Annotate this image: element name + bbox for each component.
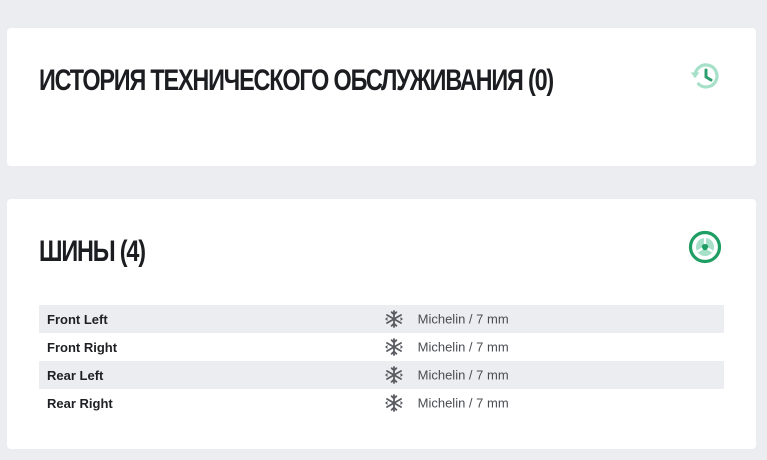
tires-table: Front Left Michelin / 7 mm Front Right M… [39,305,724,417]
tire-spec: Michelin / 7 mm [417,339,509,355]
tire-spec: Michelin / 7 mm [417,367,509,383]
tire-row-front-left: Front Left Michelin / 7 mm [39,305,724,333]
tires-card: ШИНЫ (4) Front Left Michelin / 7 mm Fron… [7,199,756,449]
tire-row-rear-left: Rear Left Michelin / 7 mm [39,361,724,389]
tire-position: Front Left [47,311,108,327]
wheel-icon[interactable] [688,230,722,264]
winter-tire-icon [384,365,404,385]
tire-position: Rear Left [47,367,104,383]
history-icon[interactable] [688,59,722,93]
winter-tire-icon [384,337,404,357]
winter-tire-icon [384,309,404,329]
tire-row-front-right: Front Right Michelin / 7 mm [39,333,724,361]
winter-tire-icon [384,393,404,413]
tire-position: Rear Right [47,395,113,411]
tire-row-rear-right: Rear Right Michelin / 7 mm [39,389,724,417]
tires-title: ШИНЫ (4) [39,235,146,268]
tire-spec: Michelin / 7 mm [417,395,509,411]
maintenance-history-title: ИСТОРИЯ ТЕХНИЧЕСКОГО ОБСЛУЖИВАНИЯ (0) [39,64,554,97]
tire-position: Front Right [47,339,118,355]
maintenance-history-card: ИСТОРИЯ ТЕХНИЧЕСКОГО ОБСЛУЖИВАНИЯ (0) [7,28,756,166]
tire-spec: Michelin / 7 mm [417,311,509,327]
